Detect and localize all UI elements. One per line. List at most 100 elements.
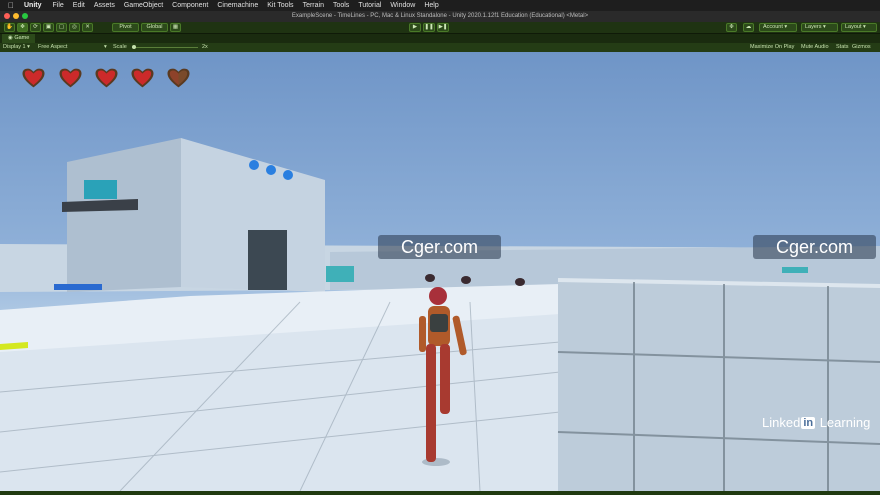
watermark-right: Cger.com [753,235,876,259]
display-dropdown[interactable]: Display 1 ▾ [3,43,30,52]
transform-tool-button[interactable]: ◎ [69,23,80,32]
scene-character-vest [430,314,448,332]
game-scene [0,138,880,491]
scene-character-leg-left [426,344,436,462]
scale-tool-button[interactable]: ▣ [43,23,54,32]
gizmos-dropdown[interactable]: Gizmos [852,43,871,52]
step-button[interactable]: ▶❚ [437,23,449,32]
health-heart-2 [57,67,84,89]
tools-icon: ✕ [85,24,90,30]
global-toggle[interactable]: Global [141,23,168,32]
move-tool-button[interactable]: ✥ [17,23,28,32]
pause-icon: ❚❚ [424,24,434,30]
pause-button[interactable]: ❚❚ [423,23,435,32]
layout-label: Layout [845,24,862,30]
cloud-icon: ☁ [745,24,752,30]
menu-cinemachine[interactable]: Cinemachine [217,0,258,11]
menu-edit[interactable]: Edit [73,0,85,11]
scene-enemy [515,278,525,286]
scene-cyan-block-2 [326,266,354,282]
display-label: Display 1 [3,44,26,50]
aspect-label: Free Aspect [38,44,68,50]
scene-blue-orb [266,165,276,175]
game-view-control-bar: Display 1 ▾ Free Aspect ▾ Scale 2x Maxim… [0,43,880,52]
hand-icon: ✋ [6,24,13,30]
layers-dropdown[interactable]: Layers ▾ [801,23,838,32]
account-label: Account [763,24,783,30]
menu-tools[interactable]: Tools [333,0,349,11]
layers-label: Layers [805,24,822,30]
tab-game-label: Game [14,35,30,41]
mute-audio-toggle[interactable]: Mute Audio [801,43,829,52]
hand-tool-button[interactable]: ✋ [4,23,15,32]
global-label: Global [146,24,163,30]
menu-kit-tools[interactable]: Kit Tools [267,0,293,11]
chevron-down-icon: ▾ [863,24,866,30]
scale-slider-handle[interactable] [132,45,136,49]
rect-icon: ▢ [58,24,65,30]
menu-assets[interactable]: Assets [94,0,115,11]
rect-tool-button[interactable]: ▢ [56,23,67,32]
scale-icon: ▣ [45,24,52,30]
scene-building-door [248,230,287,290]
collab-button[interactable]: ❉ [726,23,737,32]
grid-snap-icon: ▦ [172,24,179,30]
snap-button[interactable]: ▦ [170,23,181,32]
maximize-on-play-toggle[interactable]: Maximize On Play [750,43,794,52]
menu-component[interactable]: Component [172,0,208,11]
custom-tool-button[interactable]: ✕ [82,23,93,32]
scene-blue-pad [54,284,102,290]
account-dropdown[interactable]: Account ▾ [759,23,797,32]
move-icon: ✥ [20,24,25,30]
game-viewport[interactable]: Cger.com Cger.com [0,52,880,491]
menu-window[interactable]: Window [390,0,415,11]
aspect-chevron-down-icon[interactable]: ▾ [104,43,107,52]
layout-dropdown[interactable]: Layout ▾ [841,23,877,32]
step-icon: ▶❚ [438,24,448,30]
unity-toolbar: ✋ ✥ ⟳ ▣ ▢ ◎ ✕ Pivot Global ▦ ▶ ❚❚ ▶❚ ❉ ☁… [0,22,880,34]
scene-character-head [429,287,447,305]
play-button[interactable]: ▶ [409,23,421,32]
scene-character-leg-right [440,344,450,414]
health-heart-3 [93,67,120,89]
rotate-icon: ⟳ [33,24,38,30]
stats-toggle[interactable]: Stats [836,43,849,52]
linkedin-learning-logo: Linked in Learning [762,415,872,431]
window-title: ExampleScene - TimeLines - PC, Mac & Lin… [291,13,589,19]
scale-value: 2x [202,44,208,50]
aspect-dropdown[interactable]: Free Aspect [38,43,67,52]
apple-icon[interactable]:  [8,0,14,11]
transform-icon: ◎ [72,24,77,30]
health-heart-5 [165,67,192,89]
scene-cyan-block [84,180,117,199]
scene-building-front [67,138,181,292]
health-heart-1 [20,67,47,89]
menu-app-name[interactable]: Unity [24,0,42,11]
linkedin-in-mark: in [801,417,816,429]
window-title-bar: ExampleScene - TimeLines - PC, Mac & Lin… [0,11,880,22]
menu-tutorial[interactable]: Tutorial [358,0,381,11]
watermark-center: Cger.com [378,235,501,259]
chevron-down-icon: ▾ [784,24,788,30]
menu-file[interactable]: File [53,0,64,11]
pivot-label: Pivot [119,24,132,30]
rotate-tool-button[interactable]: ⟳ [30,23,41,32]
scene-blue-orb [249,160,259,170]
scene-right-wall [558,278,880,491]
cloud-button[interactable]: ☁ [743,23,754,32]
scale-slider-track[interactable] [132,47,198,48]
scene-enemy [425,274,435,282]
scene-cyan-strip [782,267,808,273]
menu-bar:  Unity File Edit Assets GameObject Comp… [0,0,880,11]
scale-label: Scale [113,44,127,50]
scene-enemy [461,276,471,284]
menu-gameobject[interactable]: GameObject [124,0,163,11]
tab-game[interactable]: ◉ Game [2,34,36,43]
menu-help[interactable]: Help [424,0,438,11]
menu-terrain[interactable]: Terrain [303,0,324,11]
tab-row: ◉ Game [0,34,880,43]
collab-icon: ❉ [729,24,734,30]
health-heart-4 [129,67,156,89]
pivot-toggle[interactable]: Pivot [112,23,139,32]
logo-text-right: Learning [816,415,871,430]
